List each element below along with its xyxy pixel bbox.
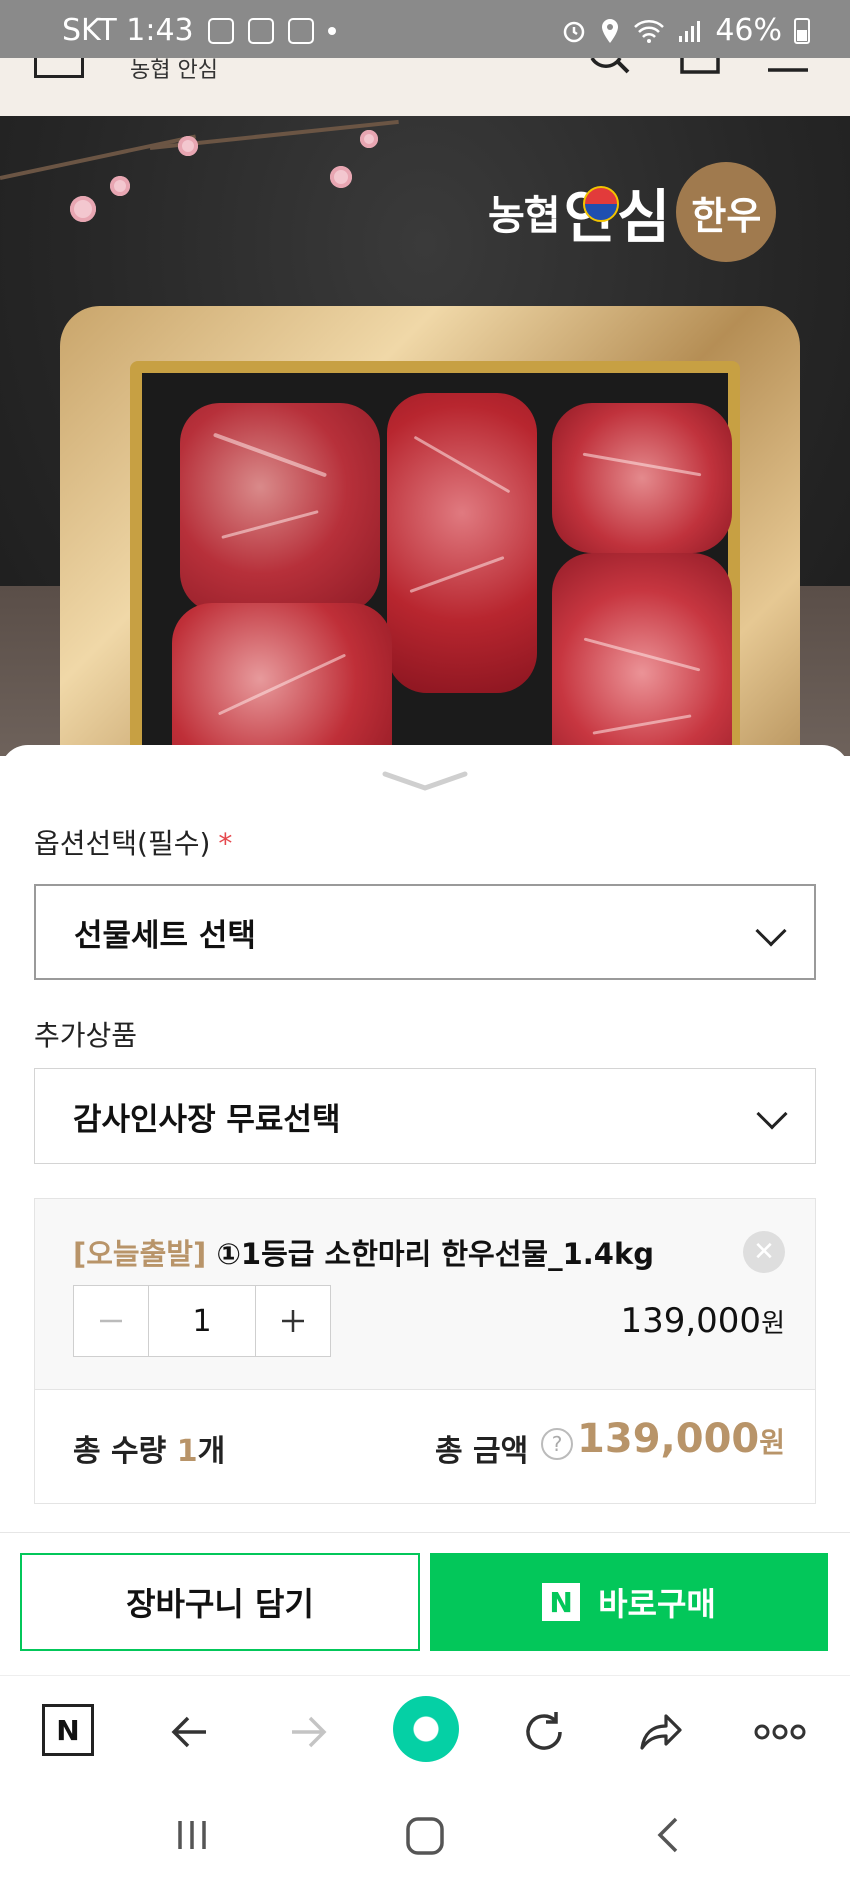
total-amount: 139,000원	[577, 1416, 785, 1462]
back-arrow-icon[interactable]	[162, 1704, 218, 1760]
taegeuk-icon	[583, 186, 619, 222]
addon-select-value: 감사인사장 무료선택	[73, 1101, 341, 1138]
collapse-chevron-icon[interactable]	[381, 770, 469, 792]
refresh-icon[interactable]	[516, 1704, 572, 1760]
branch	[0, 134, 197, 180]
order-summary: 총 수량 1개 총 금액 ? 139,000원	[34, 1390, 816, 1504]
chevron-down-icon	[755, 915, 787, 947]
home-icon[interactable]	[404, 1815, 446, 1857]
meat-cut	[180, 403, 380, 613]
hero-brand-badge: 한우	[676, 162, 777, 262]
battery-icon	[794, 17, 810, 44]
signal-icon	[679, 20, 701, 42]
item-tag: [오늘출발]	[73, 1237, 207, 1271]
naver-logo-icon[interactable]	[34, 58, 84, 78]
blossom	[178, 136, 198, 156]
item-name: [오늘출발] ①1등급 소한마리 한우선물_1.4kg	[73, 1231, 654, 1273]
notification-dot-icon	[327, 26, 336, 35]
carrier-time: SKT 1:43	[62, 13, 194, 48]
chevron-down-icon	[756, 1098, 788, 1130]
total-amount-value: 139,000	[577, 1416, 760, 1462]
increase-button[interactable]	[256, 1286, 330, 1356]
recent-apps-icon[interactable]	[172, 1815, 212, 1855]
total-quantity-label: 총 수량	[73, 1434, 167, 1469]
app-icon	[287, 17, 314, 44]
meat-tray	[130, 361, 740, 756]
marbling	[212, 432, 328, 478]
total-quantity: 총 수량 1개	[73, 1426, 225, 1470]
item-price: 139,000원	[620, 1301, 785, 1341]
help-icon[interactable]: ?	[541, 1428, 573, 1460]
hero-brand-logo: 농협 안심 한우	[488, 162, 777, 262]
product-image[interactable]: 농협 안심 한우	[0, 116, 850, 756]
marbling	[409, 555, 505, 594]
blossom	[330, 166, 352, 188]
store-logo-small: 농협	[130, 58, 171, 83]
site-header: 농협 안심	[0, 58, 850, 116]
gallery-icon	[247, 17, 274, 44]
total-quantity-unit: 개	[197, 1434, 226, 1469]
buy-now-label: 바로구매	[598, 1585, 716, 1623]
option-select[interactable]: 선물세트 선택	[34, 884, 816, 980]
quantity-field[interactable]: 1	[148, 1286, 256, 1356]
meat-cut	[172, 603, 392, 756]
naver-home-icon[interactable]: N	[42, 1704, 94, 1756]
marbling	[582, 452, 702, 477]
blossom	[360, 130, 378, 148]
marbling	[217, 653, 347, 716]
battery-percent: 46%	[715, 13, 782, 48]
option-label-text: 옵션선택(필수)	[34, 827, 211, 860]
search-icon[interactable]	[588, 58, 632, 78]
plus-icon	[282, 1310, 304, 1332]
menu-icon[interactable]	[766, 58, 810, 78]
total-amount-label: 총 금액	[435, 1434, 529, 1469]
selected-item: [오늘출발] ①1등급 소한마리 한우선물_1.4kg ✕ 1 139,000원	[34, 1198, 816, 1390]
marbling	[413, 435, 511, 494]
blossom	[70, 196, 96, 222]
quantity-stepper: 1	[73, 1285, 331, 1357]
divider	[0, 1532, 850, 1533]
item-price-value: 139,000	[620, 1301, 762, 1341]
marbling	[583, 637, 701, 672]
b-app-icon	[207, 17, 234, 44]
more-icon[interactable]	[752, 1704, 808, 1760]
buy-now-button[interactable]: N 바로구매	[430, 1553, 828, 1651]
addon-select[interactable]: 감사인사장 무료선택	[34, 1068, 816, 1164]
browser-toolbar: N	[0, 1675, 850, 1785]
marbling	[592, 714, 692, 735]
share-icon[interactable]	[634, 1704, 690, 1760]
marbling	[221, 510, 319, 539]
minus-icon	[100, 1319, 122, 1323]
naver-pay-icon: N	[542, 1583, 581, 1621]
option-label: 옵션선택(필수) *	[34, 822, 232, 862]
system-nav-bar	[0, 1785, 850, 1889]
add-to-cart-button[interactable]: 장바구니 담기	[20, 1553, 420, 1651]
blossom	[110, 176, 130, 196]
remove-item-button[interactable]: ✕	[743, 1231, 785, 1273]
item-price-currency: 원	[761, 1309, 785, 1339]
option-select-value: 선물세트 선택	[74, 917, 256, 954]
wifi-icon	[634, 19, 665, 43]
item-name-text: ①1등급 소한마리 한우선물_1.4kg	[216, 1237, 654, 1271]
meat-cut	[387, 393, 537, 693]
store-logo-big: 안심	[177, 58, 218, 83]
total-amount-currency: 원	[759, 1426, 785, 1459]
required-mark: *	[218, 827, 233, 860]
green-dot-icon[interactable]	[393, 1696, 459, 1762]
cart-icon[interactable]	[678, 58, 722, 78]
meat-cut	[552, 403, 732, 553]
hero-brand-small: 농협	[488, 193, 561, 239]
alarm-icon	[564, 21, 585, 42]
addon-label: 추가상품	[34, 1019, 138, 1052]
status-bar: SKT 1:43 46%	[0, 0, 850, 58]
forward-arrow-icon[interactable]	[280, 1704, 336, 1760]
location-icon	[602, 18, 619, 43]
meat-cut	[552, 553, 732, 756]
decrease-button[interactable]	[74, 1286, 148, 1356]
page: SKT 1:43 46% 농협 안심 농협 안심 한우 옵션선택(필수) * 선…	[0, 0, 850, 1889]
close-icon: ✕	[753, 1237, 775, 1267]
back-icon[interactable]	[648, 1815, 688, 1855]
total-quantity-value: 1	[176, 1434, 198, 1469]
